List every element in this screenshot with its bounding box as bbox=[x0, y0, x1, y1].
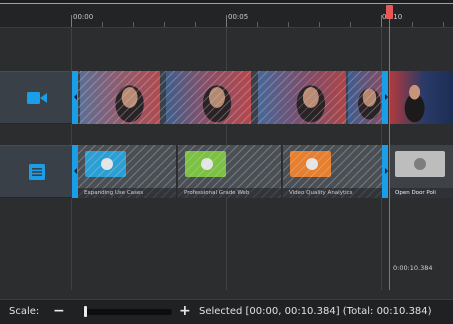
ruler-tick bbox=[133, 22, 134, 27]
ruler-tick bbox=[319, 22, 320, 27]
ruler-tick bbox=[257, 22, 258, 27]
selection-hatch bbox=[72, 71, 387, 124]
status-bar: Scale: − + Selected [00:00, 00:10.384] (… bbox=[0, 299, 453, 324]
clip-title: Professional Grade Web bbox=[178, 188, 281, 198]
selection-summary: Selected [00:00, 00:10.384] (Total: 00:1… bbox=[199, 306, 432, 317]
scale-slider[interactable] bbox=[83, 309, 172, 315]
playhead-time: 0:00:10.384 bbox=[393, 264, 433, 272]
title-clip[interactable]: Expanding Use Cases bbox=[78, 145, 177, 198]
scale-label: Scale: bbox=[9, 306, 40, 317]
clip-thumbnail bbox=[395, 151, 445, 177]
ruler-tick bbox=[288, 22, 289, 27]
scale-slider-thumb[interactable] bbox=[84, 306, 87, 317]
thumbnail-icon bbox=[414, 158, 426, 170]
trim-arrow-icon bbox=[74, 94, 77, 100]
title-clip[interactable]: Video Quality Analytics bbox=[283, 145, 382, 198]
ruler-tick bbox=[381, 15, 382, 27]
ruler-tick bbox=[226, 15, 227, 27]
ruler-tick bbox=[164, 22, 165, 27]
clip-title: Expanding Use Cases bbox=[78, 188, 176, 198]
ruler-tick bbox=[71, 15, 72, 27]
trim-arrow-icon bbox=[385, 94, 388, 100]
video-clip[interactable] bbox=[389, 71, 453, 124]
title-clip[interactable]: Professional Grade Web bbox=[178, 145, 282, 198]
list-lines-icon bbox=[29, 164, 45, 180]
timeline-editor: 00:00 00:05 00:10 bbox=[0, 0, 453, 324]
ruler-tick bbox=[443, 22, 444, 27]
clip-title: Video Quality Analytics bbox=[283, 188, 382, 198]
ruler-label-0: 00:00 bbox=[73, 13, 94, 21]
ruler-tick bbox=[102, 22, 103, 27]
video-clip-selected[interactable] bbox=[72, 71, 387, 124]
ruler-label-5: 00:05 bbox=[228, 13, 249, 21]
playhead-line[interactable] bbox=[389, 6, 390, 290]
zoom-out-button[interactable]: − bbox=[53, 303, 65, 319]
ruler-tick bbox=[195, 22, 196, 27]
title-clip[interactable]: Open Door Poli bbox=[389, 145, 453, 198]
video-track-header[interactable] bbox=[0, 71, 72, 124]
ruler-tick bbox=[412, 22, 413, 27]
title-track-header[interactable] bbox=[0, 145, 72, 198]
ruler-tick bbox=[350, 22, 351, 27]
clip-title: Open Door Poli bbox=[389, 188, 453, 198]
video-camera-icon bbox=[27, 92, 47, 104]
playhead-handle[interactable] bbox=[386, 5, 393, 19]
trim-arrow-icon bbox=[385, 168, 388, 174]
zoom-in-button[interactable]: + bbox=[179, 303, 191, 319]
trim-arrow-icon bbox=[74, 168, 77, 174]
